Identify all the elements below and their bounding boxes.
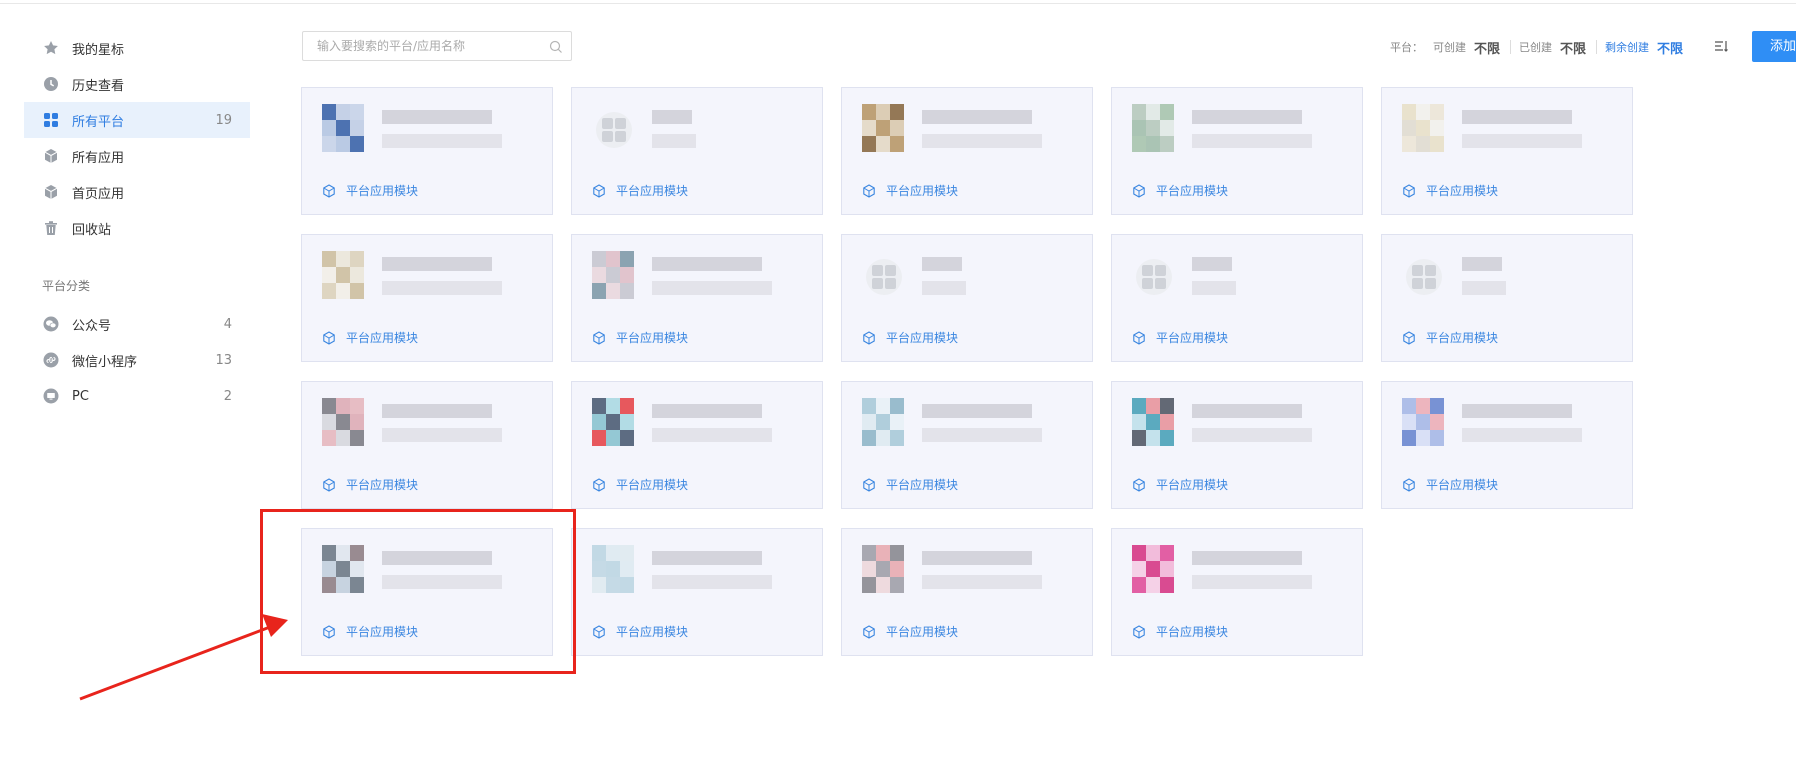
annotation-arrow [79, 614, 288, 701]
